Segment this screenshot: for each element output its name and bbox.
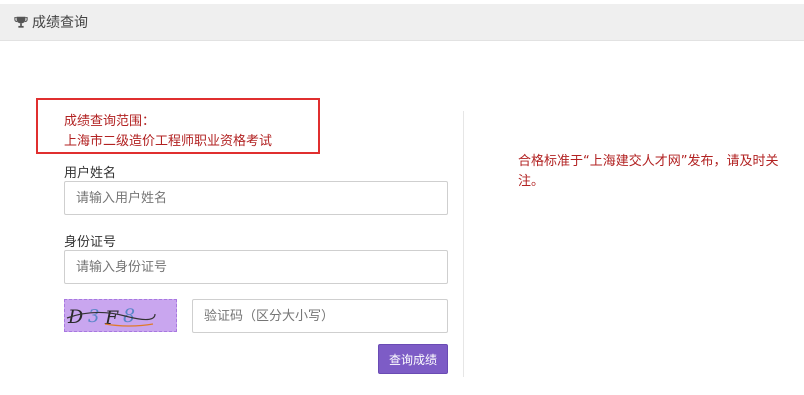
page-header: 成绩查询 [0, 4, 804, 41]
id-number-input[interactable] [64, 250, 448, 284]
query-score-button[interactable]: 查询成绩 [378, 344, 448, 374]
captcha-image[interactable]: D 3 F 8 [64, 299, 177, 332]
page-title: 成绩查询 [32, 15, 88, 31]
captcha-code-input[interactable] [192, 299, 448, 333]
vertical-divider [463, 111, 464, 377]
captcha-graphic: D 3 F 8 [66, 305, 156, 329]
captcha-char-2: 3 [88, 306, 99, 327]
scope-heading: 成绩查询范围： [64, 114, 156, 129]
name-label: 用户姓名 [64, 166, 117, 181]
scope-exam-name: 上海市二级造价工程师职业资格考试 [64, 134, 273, 149]
trophy-icon [14, 16, 28, 28]
scope-info: 成绩查询范围： 上海市二级造价工程师职业资格考试 [64, 112, 272, 152]
id-number-label: 身份证号 [64, 235, 117, 250]
pass-standard-notice: 合格标准于“上海建交人才网”发布，请及时关注。 [518, 154, 779, 189]
name-input[interactable] [64, 181, 448, 215]
